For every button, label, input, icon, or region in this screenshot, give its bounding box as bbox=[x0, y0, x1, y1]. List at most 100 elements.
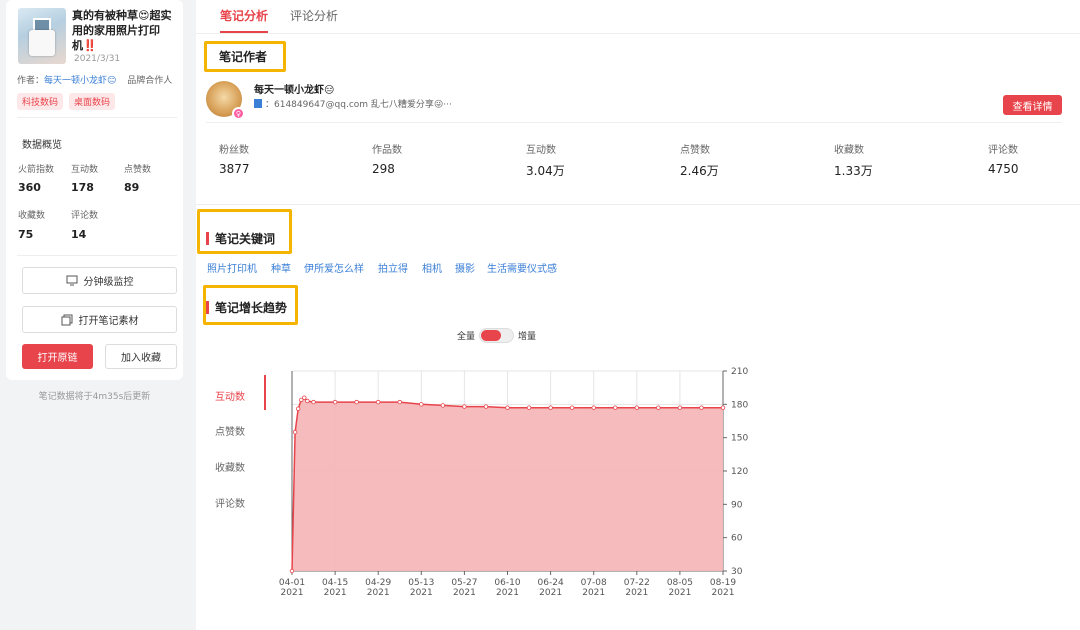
author-avatar[interactable]: ♀ bbox=[206, 81, 245, 120]
main-panel: 笔记分析 评论分析 笔记作者 ♀ 每天一顿小龙虾😑 ：614849647@qq.… bbox=[196, 0, 1080, 630]
section-marker bbox=[206, 301, 209, 314]
data-point bbox=[462, 404, 467, 409]
x-tick-year: 2021 bbox=[453, 588, 476, 598]
x-tick-label: 06-24 bbox=[538, 578, 564, 588]
x-tick-label: 08-19 bbox=[710, 578, 736, 588]
note-title[interactable]: 真的有被种草😍超实用的家用照片打印机‼️ bbox=[72, 8, 176, 53]
metric-value: 298 bbox=[372, 162, 395, 176]
minute-monitor-button[interactable]: 分钟级监控 bbox=[22, 267, 177, 294]
tag-list: 科技数码 桌面数码 bbox=[17, 93, 116, 110]
y-tick-label: 180 bbox=[731, 400, 748, 410]
section-divider bbox=[196, 204, 1080, 205]
tag-item[interactable]: 科技数码 bbox=[17, 93, 64, 110]
scope-toggle-group: 全量 增量 bbox=[457, 328, 536, 343]
monitor-icon bbox=[66, 275, 77, 286]
x-tick-label: 05-13 bbox=[408, 578, 434, 588]
open-material-button[interactable]: 打开笔记素材 bbox=[22, 306, 177, 333]
data-point bbox=[289, 568, 295, 574]
keyword-link[interactable]: 摄影 bbox=[455, 260, 475, 275]
data-point bbox=[440, 403, 446, 408]
metric-switch-favorites[interactable]: 收藏数 bbox=[215, 459, 245, 474]
author-name[interactable]: 每天一顿小龙虾😑 bbox=[254, 81, 334, 96]
y-tick-label: 150 bbox=[731, 434, 748, 444]
data-point bbox=[569, 405, 575, 410]
x-tick-label: 07-22 bbox=[624, 578, 650, 588]
minute-monitor-label: 分钟级监控 bbox=[83, 277, 134, 288]
data-point bbox=[526, 405, 532, 410]
keyword-link[interactable]: 种草 bbox=[271, 260, 291, 275]
y-tick-label: 30 bbox=[731, 567, 743, 577]
y-tick-label: 90 bbox=[731, 500, 743, 510]
stat-label: 评论数 bbox=[71, 211, 99, 221]
author-line: 作者：每天一顿小龙虾😑 品牌合作人 bbox=[17, 73, 177, 86]
stat-label: 火箭指数 bbox=[18, 165, 55, 175]
keyword-link[interactable]: 相机 bbox=[422, 260, 442, 275]
data-point bbox=[591, 405, 596, 410]
overview-heading: 数据概览 bbox=[22, 140, 62, 151]
trend-section-title-text: 笔记增长趋势 bbox=[215, 301, 288, 315]
keyword-link[interactable]: 伊所爱怎么样 bbox=[304, 260, 364, 275]
metric-value: 2.46万 bbox=[680, 164, 719, 178]
x-tick-label: 08-05 bbox=[667, 578, 693, 588]
metric-label: 评论数 bbox=[988, 145, 1018, 156]
y-tick-label: 60 bbox=[731, 534, 743, 544]
view-details-button[interactable]: 查看详情 bbox=[1003, 95, 1062, 115]
metric-switch-comments[interactable]: 评论数 bbox=[215, 495, 245, 510]
tab-comment-analysis[interactable]: 评论分析 bbox=[290, 7, 338, 31]
metric-label: 点赞数 bbox=[680, 145, 710, 156]
toggle-right-label: 增量 bbox=[518, 332, 537, 342]
author-link[interactable]: 每天一顿小龙虾😑 bbox=[44, 76, 116, 86]
scope-toggle[interactable] bbox=[479, 328, 515, 343]
divider bbox=[17, 255, 177, 256]
metric-label: 互动数 bbox=[526, 145, 556, 156]
keyword-link[interactable]: 拍立得 bbox=[378, 260, 408, 275]
copy-icon bbox=[61, 314, 72, 325]
x-tick-label: 06-10 bbox=[494, 578, 520, 588]
metric-value: 3.04万 bbox=[526, 164, 565, 178]
stat-value: 360 bbox=[18, 181, 41, 194]
data-point bbox=[699, 405, 704, 410]
author-section-title: 笔记作者 bbox=[219, 50, 268, 64]
data-point bbox=[375, 399, 381, 405]
tab-note-analysis[interactable]: 笔记分析 bbox=[220, 7, 269, 33]
x-tick-year: 2021 bbox=[281, 588, 304, 598]
metric-label: 收藏数 bbox=[834, 145, 864, 156]
x-tick-year: 2021 bbox=[582, 588, 605, 598]
data-point bbox=[332, 399, 338, 405]
data-point bbox=[419, 402, 424, 407]
data-point bbox=[613, 405, 618, 410]
x-tick-year: 2021 bbox=[539, 588, 562, 598]
add-favorite-button[interactable]: 加入收藏 bbox=[105, 344, 177, 369]
data-point bbox=[720, 405, 726, 410]
data-point bbox=[305, 398, 310, 404]
trend-section-title: 笔记增长趋势 bbox=[206, 299, 287, 316]
metric-label: 作品数 bbox=[372, 145, 402, 156]
tag-item[interactable]: 桌面数码 bbox=[69, 93, 116, 110]
series-line bbox=[291, 396, 723, 572]
stat-label: 收藏数 bbox=[18, 211, 46, 221]
keyword-link[interactable]: 生活需要仪式感 bbox=[487, 260, 557, 275]
data-point bbox=[354, 399, 359, 405]
keyword-section-title-text: 笔记关键词 bbox=[215, 232, 276, 246]
data-point bbox=[397, 399, 402, 405]
keyword-link[interactable]: 照片打印机 bbox=[207, 260, 257, 275]
metric-switch-interactions[interactable]: 互动数 bbox=[215, 388, 245, 403]
metric-switch-likes[interactable]: 点赞数 bbox=[215, 423, 245, 438]
open-link-button[interactable]: 打开原链 bbox=[22, 344, 93, 369]
update-note: 笔记数据将于4m35s后更新 bbox=[38, 392, 151, 402]
note-thumbnail[interactable] bbox=[18, 8, 66, 64]
data-point bbox=[548, 405, 553, 410]
open-material-label: 打开笔记素材 bbox=[78, 316, 139, 327]
divider bbox=[206, 122, 1062, 123]
metric-value: 3877 bbox=[219, 162, 250, 176]
toggle-knob bbox=[481, 330, 502, 341]
metric-value: 4750 bbox=[988, 162, 1019, 176]
book-icon bbox=[254, 99, 262, 108]
active-metric-indicator bbox=[264, 375, 266, 410]
data-point bbox=[634, 405, 639, 410]
x-tick-year: 2021 bbox=[410, 588, 433, 598]
data-point bbox=[311, 399, 316, 405]
x-tick-year: 2021 bbox=[496, 588, 519, 598]
stat-value: 14 bbox=[71, 228, 87, 241]
y-tick-label: 120 bbox=[731, 467, 748, 477]
